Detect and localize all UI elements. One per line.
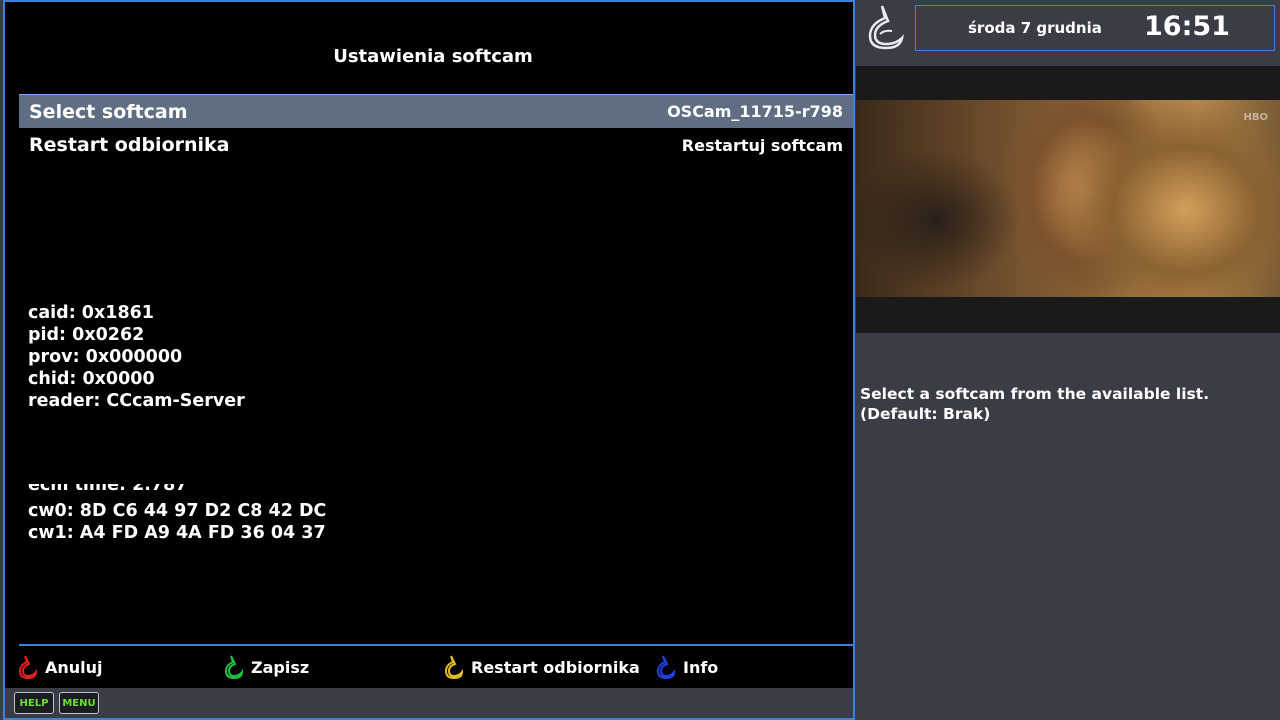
red-button-icon [18,655,38,680]
video-frame: HBO [856,100,1280,297]
settings-panel: Ustawienia softcam Select softcam OSCam_… [3,0,855,720]
menu-item-value: OSCam_11715-r798 [667,102,843,121]
ecm-reader: reader: CCcam-Server [28,391,245,411]
ecm-prov: prov: 0x000000 [28,347,183,367]
button-bar-divider [19,644,853,646]
ecm-pid: pid: 0x0262 [28,325,145,345]
clock-panel: środa 7 grudnia 16:51 [915,5,1275,51]
menu-item-value: Restartuj softcam [681,135,843,155]
menu-item-select-softcam[interactable]: Select softcam OSCam_11715-r798 [19,94,853,128]
red-button-label: Anuluj [45,657,103,677]
blue-button-label: Info [683,657,719,677]
menu-item-label: Select softcam [29,100,188,123]
cw1: cw1: A4 FD A9 4A FD 36 04 37 [28,523,326,543]
cw0: cw0: 8D C6 44 97 D2 C8 42 DC [28,501,327,521]
color-button-bar: Anuluj Zapisz Restart odbiornika Info [5,652,845,682]
red-button[interactable]: Anuluj [17,652,103,682]
green-button[interactable]: Zapisz [223,652,309,682]
ecm-time: ecm time: 2.787 [28,484,188,495]
help-key[interactable]: HELP [14,692,54,714]
control-words: cw0: 8D C6 44 97 D2 C8 42 DC cw1: A4 FD … [28,500,326,544]
yellow-button-icon [444,655,464,680]
channel-watermark: HBO [1243,112,1269,123]
ecm-caid: caid: 0x1861 [28,303,154,323]
menu-key[interactable]: MENU [59,692,99,714]
yellow-button[interactable]: Restart odbiornika [443,652,640,682]
settings-content: Ustawienia softcam Select softcam OSCam_… [13,6,853,689]
help-line-2: (Default: Brak) [860,405,991,423]
help-line-1: Select a softcam from the available list… [860,385,1210,403]
ecm-chid: chid: 0x0000 [28,369,155,389]
green-button-icon [224,655,244,680]
time-display: 16:51 [1144,11,1230,42]
ecm-time-partial: ecm time: 2.787 [28,484,328,496]
blue-button[interactable]: Info [655,652,718,682]
ecm-info: caid: 0x1861 pid: 0x0262 prov: 0x000000 … [28,302,245,412]
green-button-label: Zapisz [251,657,310,677]
key-hint-strip: HELP MENU [5,688,853,718]
video-preview: HBO [856,66,1280,333]
help-description: Select a softcam from the available list… [860,384,1270,424]
page-title: Ustawienia softcam [333,46,533,67]
menu-item-restart[interactable]: Restart odbiornika Restartuj softcam [19,128,853,162]
yellow-button-label: Restart odbiornika [471,657,640,677]
menu-item-label: Restart odbiornika [29,134,230,156]
brand-logo-icon [868,5,905,50]
date-display: środa 7 grudnia [968,19,1102,37]
blue-button-icon [656,655,676,680]
